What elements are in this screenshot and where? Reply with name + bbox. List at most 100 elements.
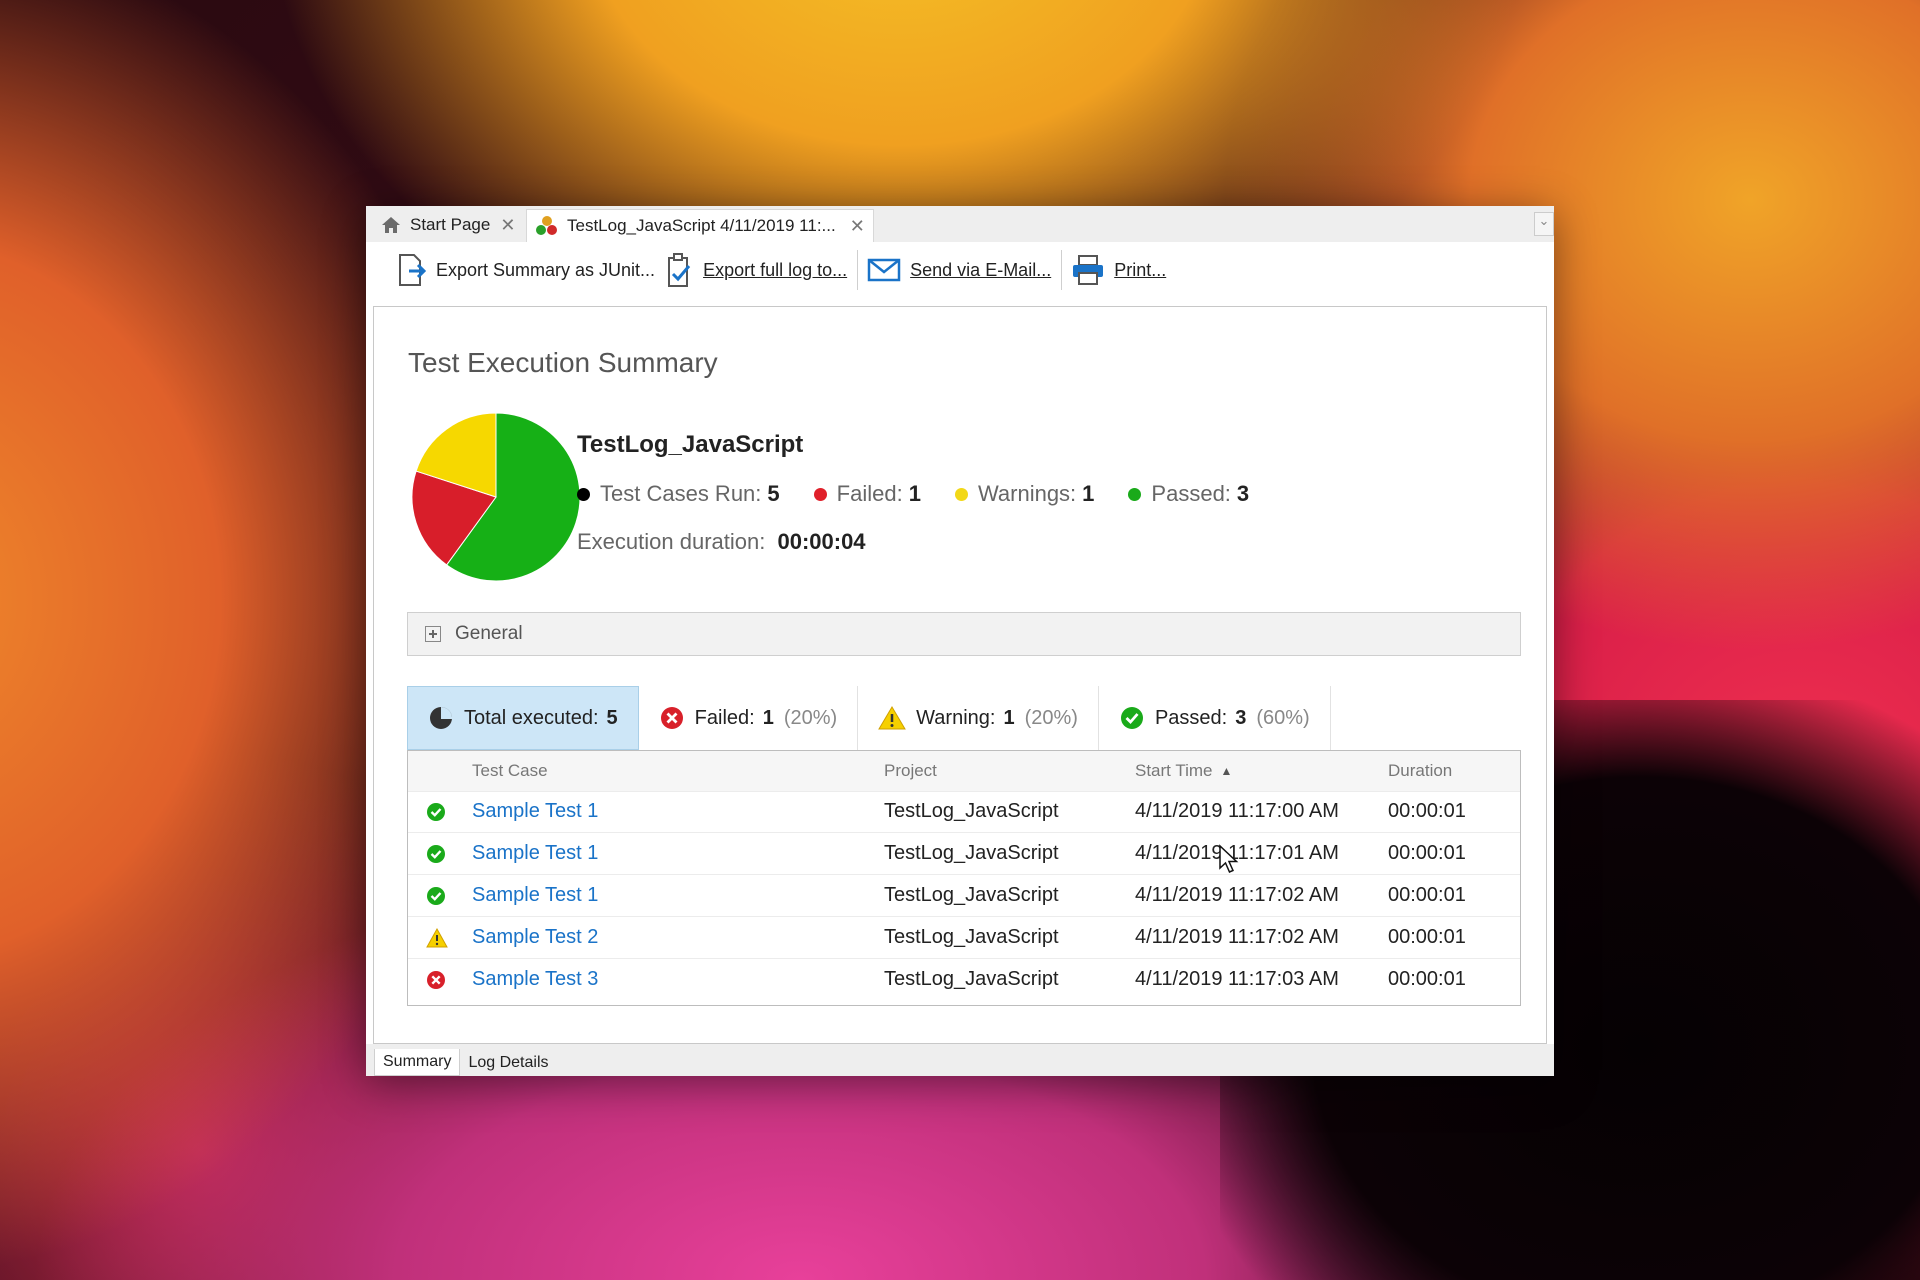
filter-percent: (20%) bbox=[783, 706, 838, 729]
duration-value: 00:00:04 bbox=[777, 529, 866, 554]
filter-count: 5 bbox=[606, 706, 618, 729]
filter-tab-passed[interactable]: Passed: 3 (60%) bbox=[1098, 686, 1331, 750]
stat-label: Failed: bbox=[836, 481, 903, 506]
legend-dot-icon bbox=[813, 487, 827, 501]
duration-cell: 00:00:01 bbox=[1388, 968, 1466, 990]
export-checklist-icon bbox=[668, 253, 691, 287]
project-cell: TestLog_JavaScript bbox=[884, 968, 1059, 990]
test-case-link[interactable]: Sample Test 1 bbox=[472, 791, 598, 832]
error-icon bbox=[427, 970, 445, 989]
passed-icon bbox=[427, 802, 445, 821]
filter-label: Warning: bbox=[916, 706, 996, 729]
status-cell bbox=[426, 791, 446, 832]
filter-percent: (20%) bbox=[1024, 706, 1078, 729]
stat-label: Passed: bbox=[1151, 481, 1231, 506]
column-header-project[interactable]: Project bbox=[884, 751, 937, 791]
test-case-link[interactable]: Sample Test 3 bbox=[472, 959, 598, 1000]
print-button[interactable]: Print... bbox=[1070, 248, 1176, 292]
error-icon bbox=[660, 707, 683, 729]
send-email-button[interactable]: Send via E-Mail... bbox=[866, 248, 1061, 292]
filter-percent: (60%) bbox=[1256, 706, 1310, 729]
stat-value: 5 bbox=[767, 481, 780, 506]
stat-test-cases-run: Test Cases Run: 5 bbox=[577, 481, 780, 507]
grid-header-row: Test Case Project Start Time ▲ Duration bbox=[408, 751, 1520, 792]
pie-icon bbox=[430, 707, 452, 729]
general-label: General bbox=[455, 623, 523, 644]
table-row[interactable]: Sample Test 3 TestLog_JavaScript 4/11/20… bbox=[408, 959, 1520, 1000]
column-header-start-time[interactable]: Start Time ▲ bbox=[1135, 751, 1232, 791]
legend-dot-icon bbox=[954, 487, 968, 501]
filter-tab-warning[interactable]: Warning: 1 (20%) bbox=[858, 686, 1099, 750]
warning-icon bbox=[878, 706, 907, 730]
test-results-grid: Test Case Project Start Time ▲ Duration … bbox=[407, 750, 1521, 1006]
project-cell: TestLog_JavaScript bbox=[884, 842, 1059, 864]
column-header-duration[interactable]: Duration bbox=[1388, 751, 1452, 791]
project-cell: TestLog_JavaScript bbox=[884, 800, 1059, 822]
print-label: Print... bbox=[1114, 259, 1167, 280]
stat-value: 1 bbox=[908, 481, 921, 506]
toolbar-separator bbox=[1061, 250, 1063, 290]
filter-label: Failed: bbox=[694, 706, 755, 729]
duration-cell: 00:00:01 bbox=[1388, 800, 1466, 822]
passed-icon bbox=[427, 844, 445, 863]
page-title: Test Execution Summary bbox=[408, 347, 718, 378]
filter-tab-failed[interactable]: Failed: 1 (20%) bbox=[638, 686, 859, 750]
check-icon bbox=[1120, 707, 1143, 729]
test-case-link[interactable]: Sample Test 1 bbox=[472, 875, 598, 916]
stat-label: Warnings: bbox=[977, 481, 1077, 506]
execution-duration: Execution duration: 00:00:04 bbox=[577, 529, 866, 555]
export-junit-button[interactable]: Export Summary as JUnit... bbox=[396, 248, 665, 292]
export-document-icon bbox=[399, 254, 427, 286]
table-row[interactable]: Sample Test 2 TestLog_JavaScript 4/11/20… bbox=[408, 917, 1520, 959]
filter-label: Total executed: bbox=[464, 706, 599, 729]
tab-start-page[interactable]: Start Page ✕ bbox=[374, 209, 521, 241]
legend-dot-icon bbox=[1128, 487, 1142, 501]
close-icon[interactable]: ✕ bbox=[850, 216, 865, 237]
test-log-window: Start Page ✕ TestLog_JavaScript 4/11/201… bbox=[366, 206, 1554, 1076]
filter-label: Passed: bbox=[1154, 706, 1228, 729]
filter-tab-total[interactable]: Total executed: 5 bbox=[407, 686, 639, 750]
stat-failed: Failed: 1 bbox=[813, 481, 921, 507]
close-icon[interactable]: ✕ bbox=[500, 215, 515, 236]
stat-value: 3 bbox=[1236, 481, 1250, 506]
status-cell bbox=[426, 959, 446, 1000]
result-filter-tabs: Total executed: 5 Failed: 1 (20%) Warnin… bbox=[407, 686, 1331, 750]
expand-icon[interactable] bbox=[425, 626, 441, 642]
tab-log-details[interactable]: Log Details bbox=[460, 1050, 556, 1076]
test-case-link[interactable]: Sample Test 2 bbox=[472, 917, 598, 958]
test-case-link[interactable]: Sample Test 1 bbox=[472, 833, 598, 874]
tab-label: Start Page bbox=[410, 215, 491, 234]
tab-testlog[interactable]: TestLog_JavaScript 4/11/2019 11:... ✕ bbox=[526, 209, 874, 242]
stats-row: Test Cases Run: 5 Failed: 1 Warnings: 1 … bbox=[577, 481, 1249, 507]
stat-label: Test Cases Run: bbox=[600, 481, 762, 506]
export-junit-label: Export Summary as JUnit... bbox=[436, 259, 656, 280]
table-row[interactable]: Sample Test 1 TestLog_JavaScript 4/11/20… bbox=[408, 833, 1520, 875]
printer-icon bbox=[1073, 255, 1104, 285]
column-header-test-case[interactable]: Test Case bbox=[472, 751, 548, 791]
duration-cell: 00:00:01 bbox=[1388, 926, 1466, 948]
toolbar: Export Summary as JUnit... Export full l… bbox=[366, 242, 1554, 298]
duration-cell: 00:00:01 bbox=[1388, 842, 1466, 864]
stat-value: 1 bbox=[1082, 481, 1095, 506]
filter-count: 3 bbox=[1235, 706, 1247, 729]
general-section-header[interactable]: General bbox=[407, 612, 1521, 656]
send-email-label: Send via E-Mail... bbox=[910, 259, 1052, 280]
start-time-cell: 4/11/2019 11:17:02 AM bbox=[1135, 884, 1339, 906]
duration-cell: 00:00:01 bbox=[1388, 884, 1466, 906]
start-time-cell: 4/11/2019 11:17:03 AM bbox=[1135, 968, 1339, 990]
export-full-log-label: Export full log to... bbox=[703, 259, 848, 280]
export-full-log-button[interactable]: Export full log to... bbox=[665, 248, 857, 292]
tab-list-dropdown-icon[interactable]: ⌄ bbox=[1534, 212, 1554, 236]
filter-count: 1 bbox=[762, 706, 774, 729]
stat-warnings: Warnings: 1 bbox=[954, 481, 1095, 507]
tab-label: TestLog_JavaScript 4/11/2019 11:... bbox=[567, 216, 836, 235]
toolbar-separator bbox=[857, 250, 859, 290]
passed-icon bbox=[427, 886, 445, 905]
tab-summary[interactable]: Summary bbox=[374, 1049, 461, 1076]
mouse-cursor-icon bbox=[1219, 844, 1239, 873]
table-row[interactable]: Sample Test 1 TestLog_JavaScript 4/11/20… bbox=[408, 875, 1520, 917]
status-cell bbox=[426, 917, 448, 958]
document-tab-strip: Start Page ✕ TestLog_JavaScript 4/11/201… bbox=[366, 206, 1554, 243]
project-cell: TestLog_JavaScript bbox=[884, 884, 1059, 906]
table-row[interactable]: Sample Test 1 TestLog_JavaScript 4/11/20… bbox=[408, 791, 1520, 833]
